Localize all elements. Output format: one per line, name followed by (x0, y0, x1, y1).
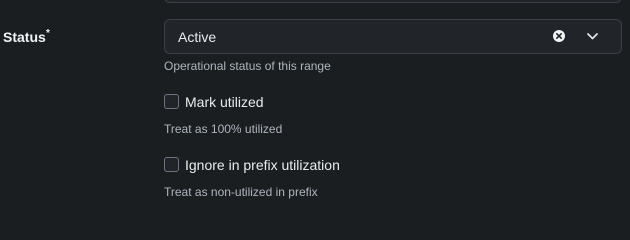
form-section: Status * Active Operational status of th… (0, 0, 630, 209)
mark-utilized-label[interactable]: Mark utilized (185, 94, 264, 110)
ignore-prefix-utilization-checkbox[interactable] (164, 157, 179, 172)
chevron-down-icon[interactable] (586, 31, 599, 41)
status-select-value: Active (178, 29, 217, 45)
x-circle-icon[interactable] (553, 30, 565, 42)
ignore-prefix-utilization-help-text: Treat as non-utilized in prefix (164, 185, 318, 199)
status-select[interactable]: Active (164, 19, 622, 54)
required-marker: * (46, 28, 50, 39)
status-help-text: Operational status of this range (164, 59, 331, 73)
mark-utilized-help-text: Treat as 100% utilized (164, 122, 283, 136)
mark-utilized-checkbox[interactable] (164, 94, 179, 109)
ignore-prefix-utilization-label[interactable]: Ignore in prefix utilization (185, 157, 340, 173)
status-label: Status (3, 29, 46, 45)
previous-field-edge (164, 0, 622, 3)
